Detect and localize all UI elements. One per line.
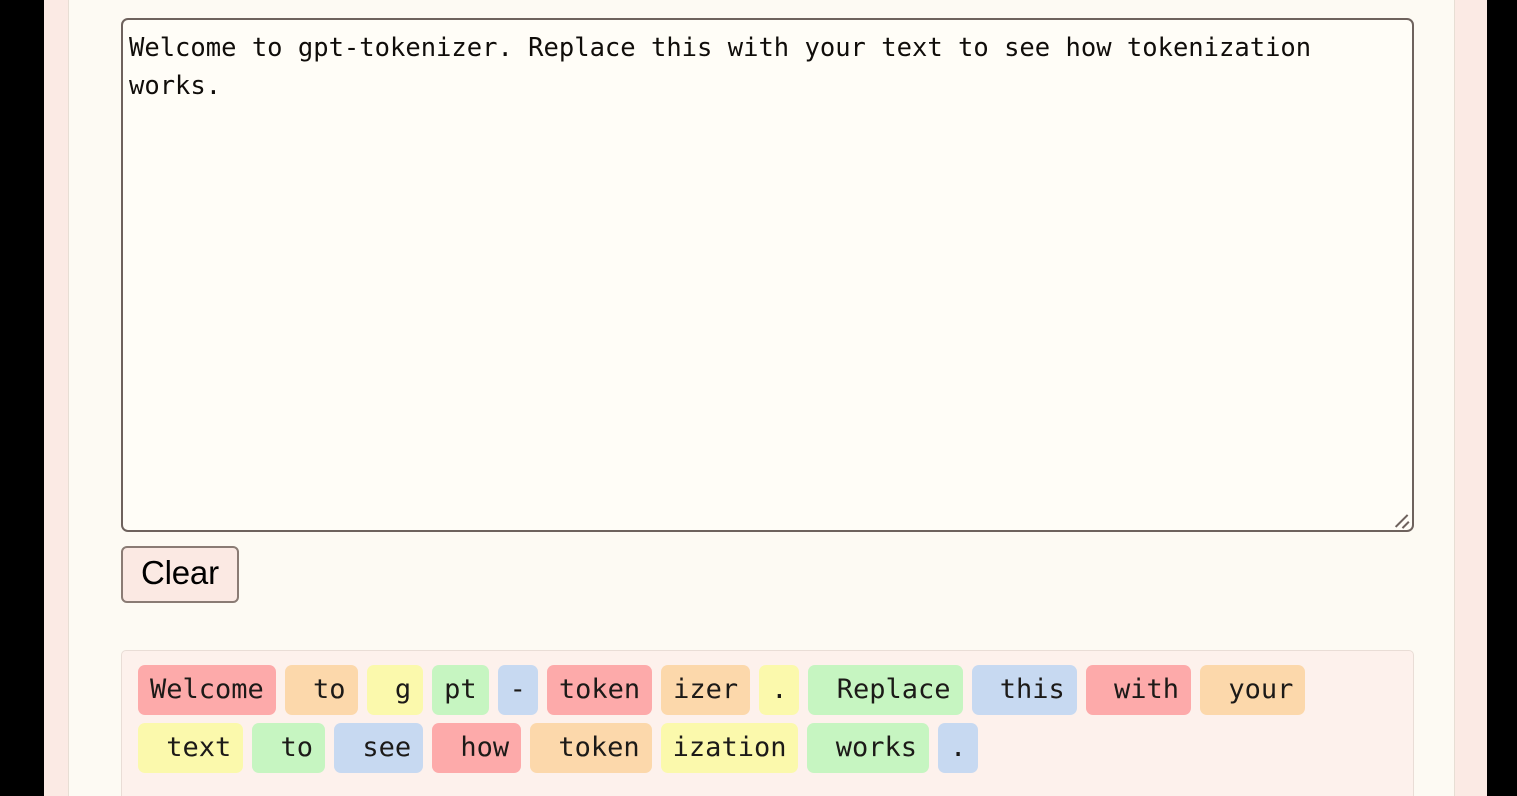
text-input[interactable] xyxy=(121,18,1414,532)
token-chip: see xyxy=(334,723,424,773)
token-chip: token xyxy=(530,723,652,773)
token-chip: token xyxy=(546,665,653,715)
token-chip: pt xyxy=(432,665,489,715)
token-chip: ization xyxy=(660,723,799,773)
token-chip: your xyxy=(1200,665,1306,715)
screen-viewport: Clear Welcome to gpt-tokenizer. Replace … xyxy=(0,0,1517,796)
token-output-panel: Welcome to g pt - token izer. Replace this w… xyxy=(121,650,1414,796)
token-chip: izer xyxy=(661,665,751,715)
token-chip: Welcome xyxy=(138,665,276,715)
token-chip: text xyxy=(138,723,244,773)
page-content-area: Clear Welcome to gpt-tokenizer. Replace … xyxy=(68,0,1455,796)
token-chip: to xyxy=(252,723,326,773)
token-chip: to xyxy=(284,665,358,715)
token-chip: - xyxy=(497,665,538,715)
token-chip: g xyxy=(366,665,424,715)
left-black-frame-bar xyxy=(0,0,44,796)
left-pink-frame-bar xyxy=(44,0,68,796)
token-chip: how xyxy=(432,723,522,773)
text-input-wrapper xyxy=(121,18,1414,532)
token-chip: this xyxy=(971,665,1077,715)
page-inner-container: Clear Welcome to gpt-tokenizer. Replace … xyxy=(121,18,1414,796)
right-pink-frame-bar xyxy=(1455,0,1487,796)
token-chip: Replace xyxy=(808,665,963,715)
token-chip: . xyxy=(759,665,800,715)
clear-button[interactable]: Clear xyxy=(121,546,239,603)
token-chip: with xyxy=(1085,665,1192,715)
token-chip: works xyxy=(807,723,930,773)
token-chip: . xyxy=(938,723,979,773)
right-black-frame-bar xyxy=(1487,0,1517,796)
